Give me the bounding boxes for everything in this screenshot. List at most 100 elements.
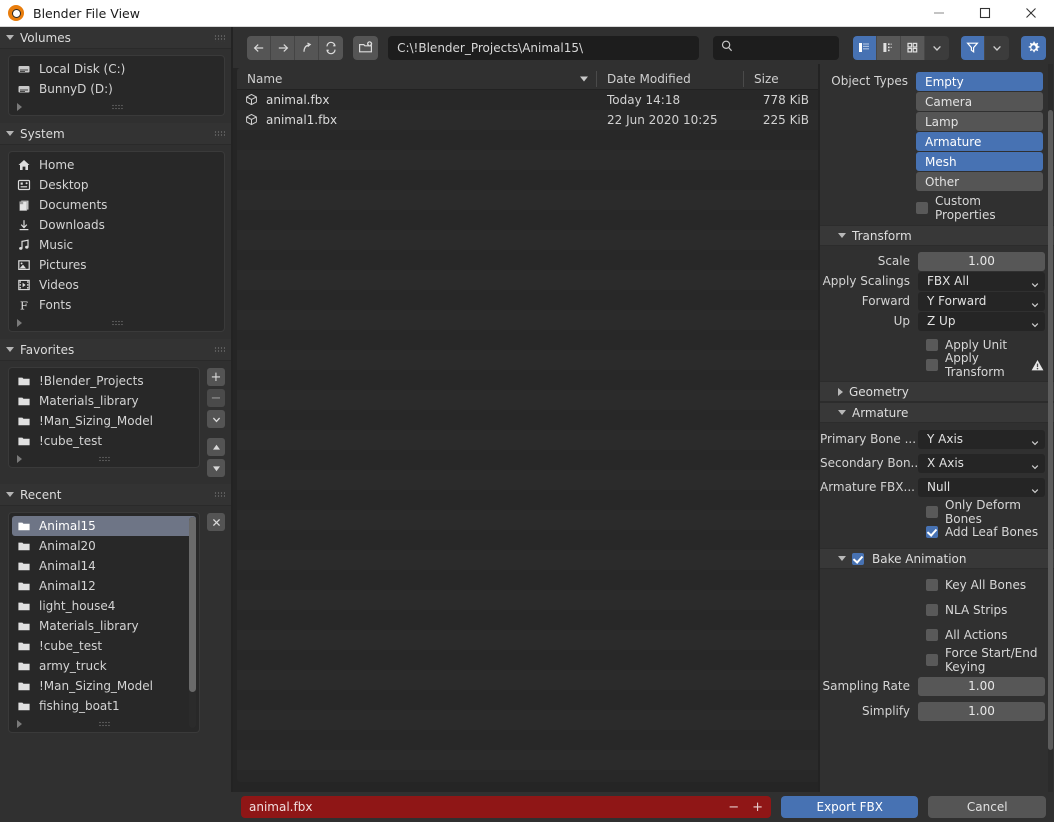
view-thumbnail-icon[interactable] <box>900 35 925 60</box>
close-icon[interactable] <box>1008 0 1054 27</box>
export-fbx-button[interactable]: Export FBX <box>781 796 919 818</box>
grip-handle[interactable] <box>98 456 110 462</box>
clear-recent-icon[interactable] <box>207 513 225 531</box>
minimize-icon[interactable] <box>916 0 962 27</box>
list-item[interactable]: !Man_Sizing_Model <box>9 676 199 696</box>
parent-directory-button[interactable] <box>295 35 319 60</box>
list-item[interactable]: !cube_test <box>9 636 199 656</box>
settings-gear-icon[interactable] <box>1020 35 1046 60</box>
sampling-rate-input[interactable]: 1.00 <box>918 676 1045 696</box>
nla-strips-checkbox[interactable] <box>926 604 938 616</box>
object-type-camera[interactable]: Camera <box>916 92 1043 111</box>
list-item[interactable]: Animal14 <box>9 556 199 576</box>
apply-transform-checkbox-row[interactable]: Apply Transform <box>820 351 1045 379</box>
section-header-geometry[interactable]: Geometry <box>820 381 1054 402</box>
refresh-button[interactable] <box>319 35 343 60</box>
filter-funnel-icon[interactable] <box>960 35 985 60</box>
object-type-lamp[interactable]: Lamp <box>916 112 1043 131</box>
primary-bone-dropdown[interactable]: Y Axis <box>918 429 1045 449</box>
maximize-icon[interactable] <box>962 0 1008 27</box>
list-item[interactable]: army_truck <box>9 656 199 676</box>
bake-animation-checkbox[interactable] <box>852 552 864 565</box>
all-actions-checkbox[interactable] <box>926 629 938 641</box>
list-footer[interactable] <box>9 99 224 115</box>
view-detail-list-icon[interactable] <box>876 35 901 60</box>
only-deform-bones-checkbox[interactable] <box>926 506 938 518</box>
section-header-bake-animation[interactable]: Bake Animation <box>820 548 1054 569</box>
list-item[interactable]: Materials_library <box>9 616 199 636</box>
sidebar-item-downloads[interactable]: Downloads <box>9 215 224 235</box>
apply-scalings-dropdown[interactable]: FBX All <box>918 271 1045 291</box>
list-item[interactable]: Animal20 <box>9 536 199 556</box>
section-header-armature[interactable]: Armature <box>820 402 1054 423</box>
object-type-armature[interactable]: Armature <box>916 132 1043 151</box>
grip-handle[interactable] <box>98 721 110 727</box>
up-arrow-icon[interactable] <box>207 438 225 456</box>
panel-header-recent[interactable]: Recent <box>0 484 233 506</box>
all-actions-row[interactable]: All Actions <box>820 625 1045 645</box>
list-item[interactable]: fishing_boat1 <box>9 696 199 716</box>
list-footer[interactable] <box>9 315 224 331</box>
back-button[interactable] <box>247 35 271 60</box>
key-all-bones-row[interactable]: Key All Bones <box>820 575 1045 595</box>
add-favorite-button[interactable]: + <box>207 368 225 386</box>
list-item[interactable]: Animal12 <box>9 576 199 596</box>
forward-dropdown[interactable]: Y Forward <box>918 291 1045 311</box>
apply-transform-checkbox[interactable] <box>926 359 938 371</box>
table-row[interactable]: animal1.fbx 22 Jun 2020 10:25 225 KiB <box>237 110 820 130</box>
cancel-button[interactable]: Cancel <box>928 796 1046 818</box>
scale-input[interactable]: 1.00 <box>918 251 1045 271</box>
sidebar-item-documents[interactable]: Documents <box>9 195 224 215</box>
filename-decrement-button[interactable]: − <box>728 800 739 815</box>
down-arrow-icon[interactable] <box>207 459 225 477</box>
sidebar-item-fonts[interactable]: F Fonts <box>9 295 224 315</box>
secondary-bone-dropdown[interactable]: X Axis <box>918 453 1045 473</box>
forward-button[interactable] <box>271 35 295 60</box>
section-header-transform[interactable]: Transform <box>820 225 1054 246</box>
list-item[interactable]: light_house4 <box>9 596 199 616</box>
apply-unit-checkbox[interactable] <box>926 339 938 351</box>
up-dropdown[interactable]: Z Up <box>918 311 1045 331</box>
list-item[interactable]: !cube_test <box>9 431 199 451</box>
list-item[interactable]: Animal15 <box>12 516 196 536</box>
panel-header-volumes[interactable]: Volumes <box>0 27 233 49</box>
sidebar-item-pictures[interactable]: Pictures <box>9 255 224 275</box>
list-item[interactable]: !Blender_Projects <box>9 371 199 391</box>
filter-options-chevron-down-icon[interactable] <box>984 35 1009 60</box>
object-type-other[interactable]: Other <box>916 172 1043 191</box>
add-leaf-bones-checkbox[interactable] <box>926 526 938 538</box>
table-row[interactable]: animal.fbx Today 14:18 778 KiB <box>237 90 820 110</box>
list-item[interactable]: Materials_library <box>9 391 199 411</box>
custom-properties-checkbox-row[interactable]: Custom Properties <box>820 194 1045 222</box>
panel-header-system[interactable]: System <box>0 123 233 145</box>
filename-input[interactable]: animal.fbx − + <box>241 796 771 818</box>
sidebar-item-music[interactable]: Music <box>9 235 224 255</box>
panel-header-favorites[interactable]: Favorites <box>0 339 233 361</box>
view-vertical-list-icon[interactable] <box>852 35 877 60</box>
add-leaf-bones-row[interactable]: Add Leaf Bones <box>820 522 1045 542</box>
simplify-input[interactable]: 1.00 <box>918 701 1045 721</box>
column-header-date-modified[interactable]: Date Modified <box>597 68 744 90</box>
column-header-name[interactable]: Name <box>237 68 597 90</box>
chevron-down-icon[interactable] <box>207 410 225 428</box>
key-all-bones-checkbox[interactable] <box>926 579 938 591</box>
sidebar-item-videos[interactable]: Videos <box>9 275 224 295</box>
custom-properties-checkbox[interactable] <box>916 202 928 214</box>
list-footer[interactable] <box>9 451 199 467</box>
list-item[interactable]: !Man_Sizing_Model <box>9 411 199 431</box>
list-item[interactable]: BunnyD (D:) <box>9 79 224 99</box>
force-start-end-keying-checkbox[interactable] <box>926 654 938 666</box>
sidebar-item-desktop[interactable]: Desktop <box>9 175 224 195</box>
armature-fbx-dropdown[interactable]: Null <box>918 477 1045 497</box>
column-header-size[interactable]: Size <box>744 68 820 90</box>
sidebar-item-home[interactable]: Home <box>9 155 224 175</box>
object-type-mesh[interactable]: Mesh <box>916 152 1043 171</box>
remove-favorite-button[interactable]: − <box>207 389 225 407</box>
properties-scrollbar[interactable] <box>1048 64 1053 792</box>
recent-scrollbar[interactable] <box>189 517 196 728</box>
list-item[interactable]: Local Disk (C:) <box>9 59 224 79</box>
filename-increment-button[interactable]: + <box>752 800 763 815</box>
object-type-empty[interactable]: Empty <box>916 72 1043 91</box>
new-folder-button[interactable] <box>353 35 379 60</box>
force-start-end-keying-row[interactable]: Force Start/End Keying <box>820 646 1045 674</box>
